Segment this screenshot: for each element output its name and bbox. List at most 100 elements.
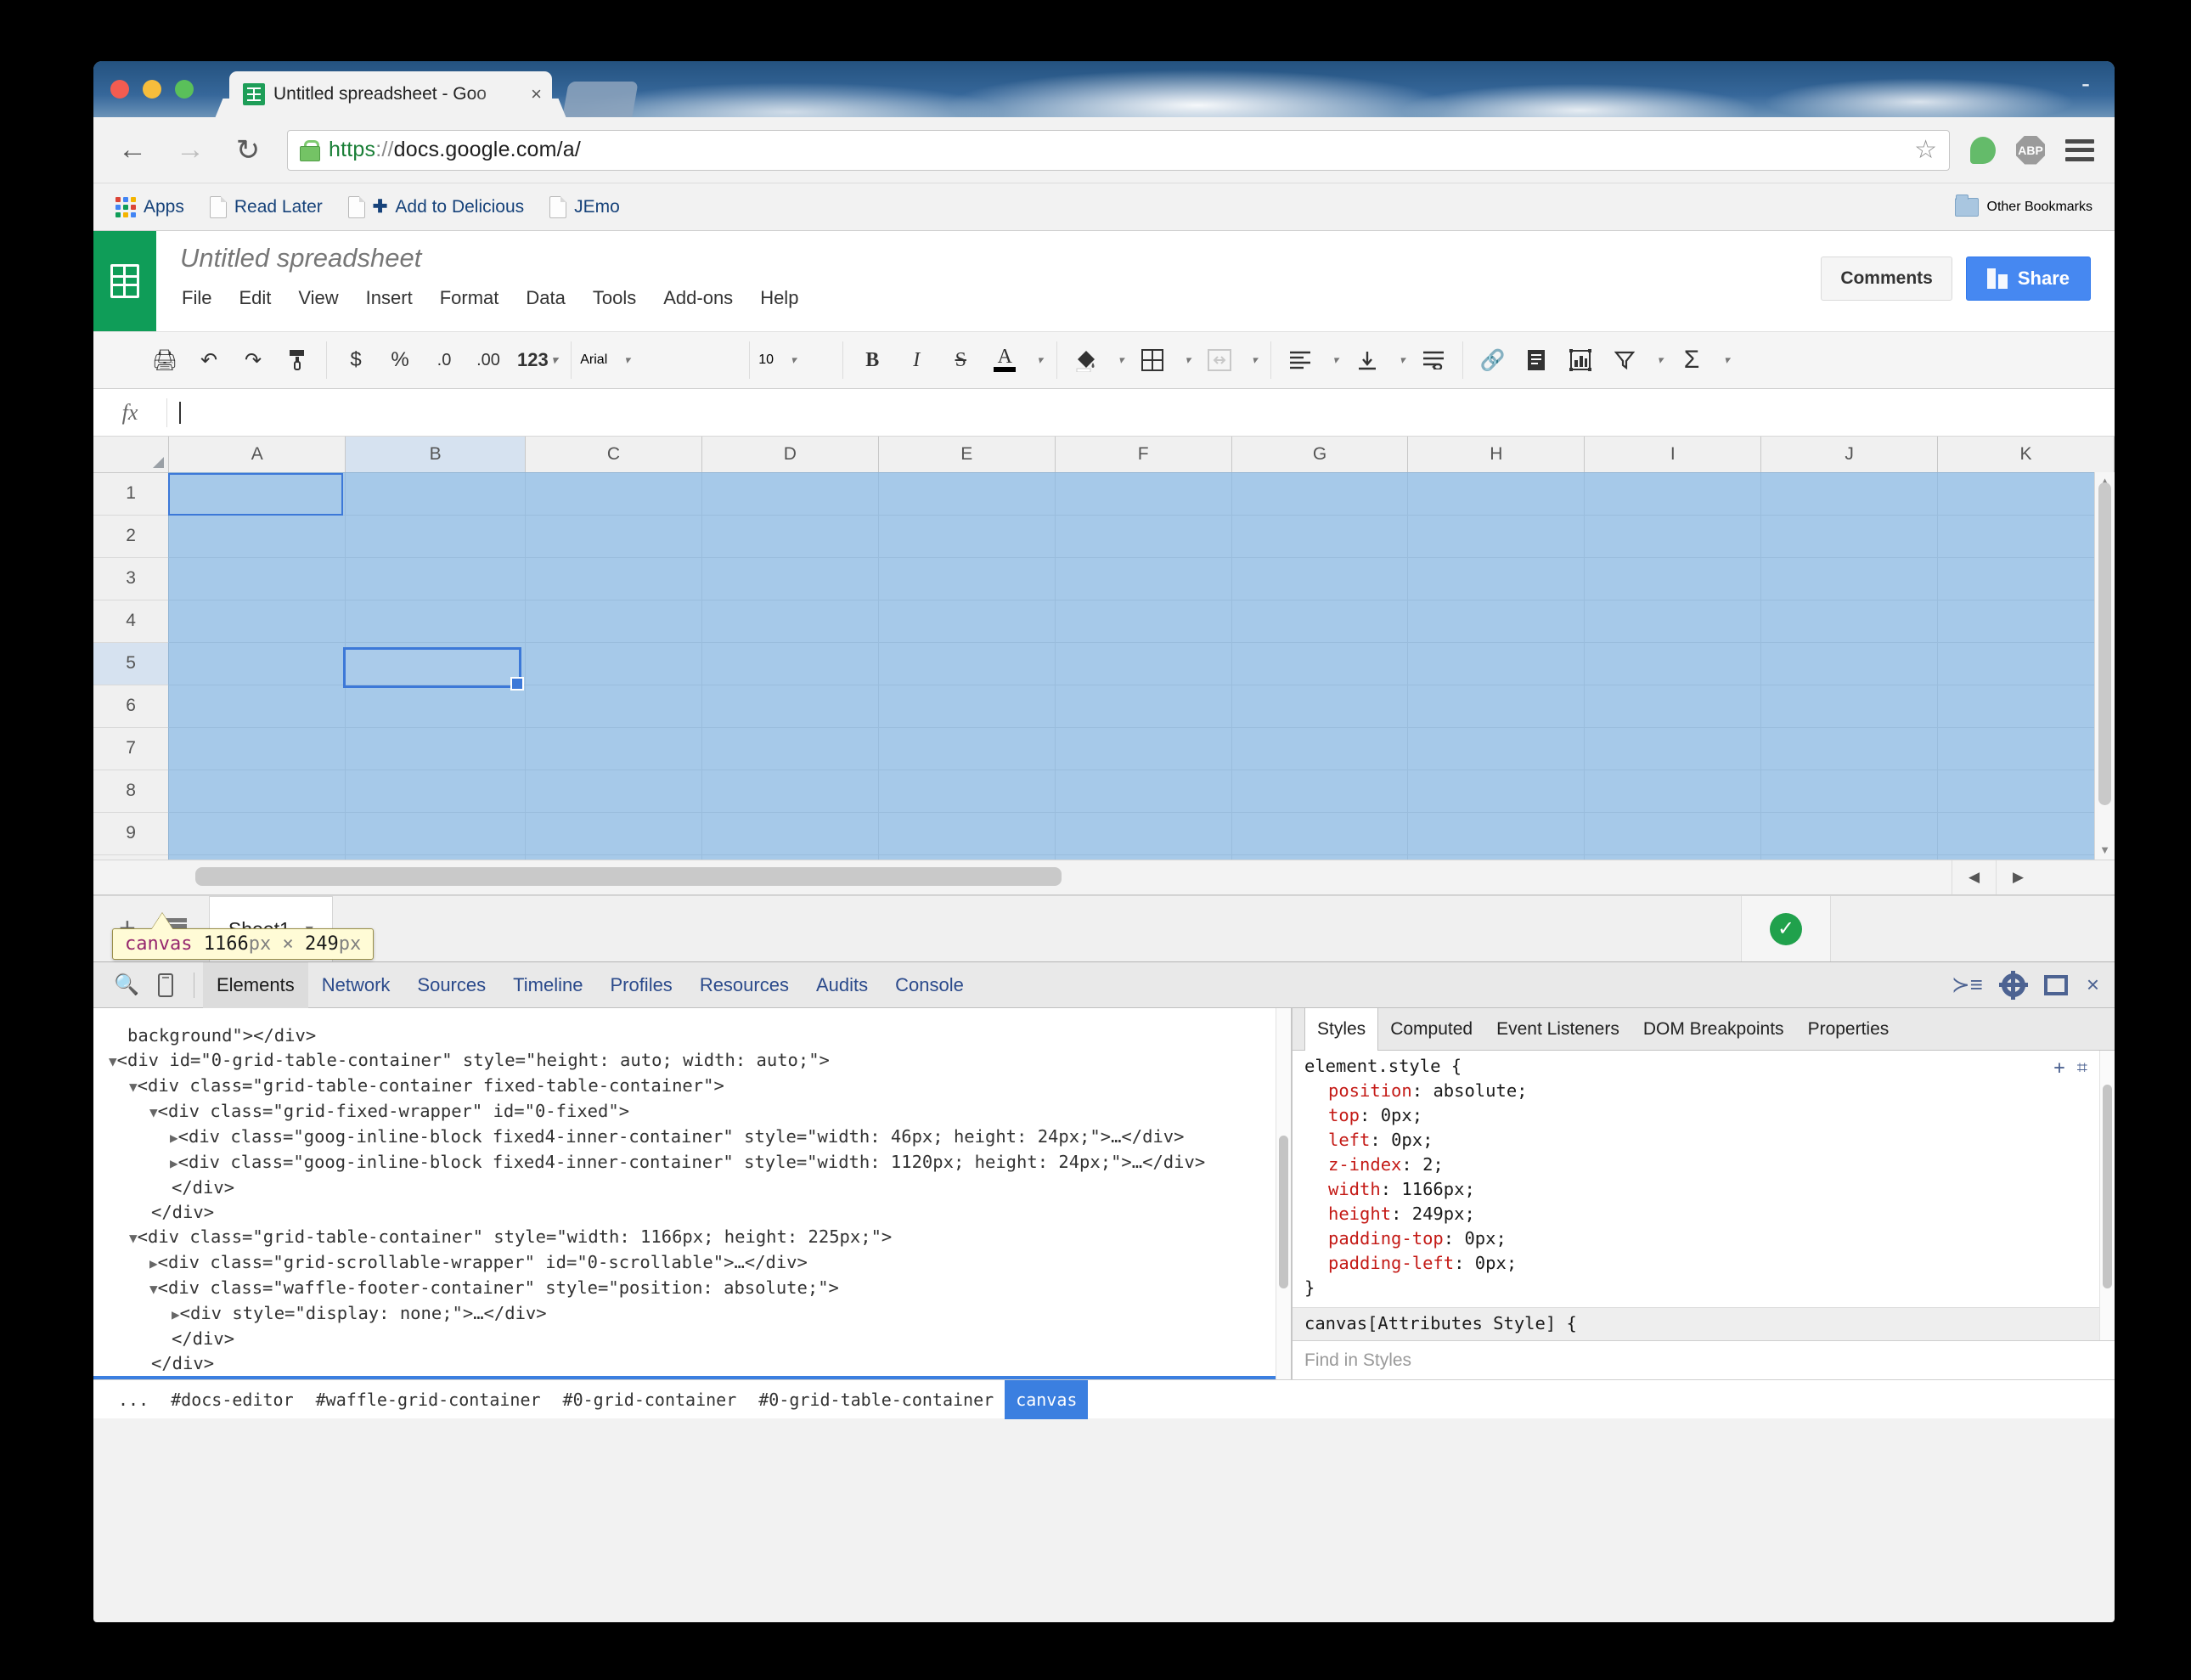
font-family-select[interactable]: Arial ▾ bbox=[572, 341, 751, 379]
more-formats-button[interactable]: 123 ▾ bbox=[517, 343, 557, 377]
scroll-left-arrow-icon[interactable]: ◀ bbox=[1952, 860, 1996, 894]
dom-tree-scrollbar[interactable] bbox=[1276, 1008, 1291, 1379]
comments-button[interactable]: Comments bbox=[1821, 257, 1952, 301]
cell[interactable] bbox=[1760, 770, 1939, 813]
cell[interactable] bbox=[1231, 472, 1409, 516]
expand-triangle-icon[interactable]: ▼ bbox=[149, 1104, 158, 1120]
tab-dom-breakpoints[interactable]: DOM Breakpoints bbox=[1631, 1008, 1796, 1051]
dom-line[interactable]: background"></div> bbox=[93, 1023, 1291, 1048]
cell[interactable] bbox=[1937, 472, 2115, 516]
text-color-button[interactable]: A bbox=[989, 343, 1020, 377]
column-header-d[interactable]: D bbox=[701, 437, 879, 473]
strikethrough-button[interactable]: S bbox=[945, 343, 976, 377]
cell[interactable] bbox=[1055, 600, 1232, 643]
tab-resources[interactable]: Resources bbox=[686, 962, 803, 1008]
style-declaration[interactable]: direction: ltr; bbox=[1304, 1336, 2103, 1340]
adblock-extension-icon[interactable]: ABP bbox=[2016, 135, 2045, 165]
cell[interactable] bbox=[525, 642, 702, 685]
print-icon[interactable]: 🖨 bbox=[149, 343, 180, 377]
dom-line[interactable]: ▼<div class="grid-fixed-wrapper" id="0-f… bbox=[93, 1099, 1291, 1125]
column-header-k[interactable]: K bbox=[1937, 437, 2115, 473]
bold-button[interactable]: B bbox=[857, 343, 887, 377]
tab-profiles[interactable]: Profiles bbox=[596, 962, 685, 1008]
other-bookmarks-folder[interactable]: Other Bookmarks bbox=[1954, 194, 2092, 217]
style-rule-canvas-attributes[interactable]: canvas[Attributes Style] { direction: lt… bbox=[1293, 1308, 2115, 1340]
style-rule-element-style[interactable]: + ⌗ element.style { position: absolute; … bbox=[1293, 1051, 2115, 1308]
cell[interactable] bbox=[525, 557, 702, 600]
cell[interactable] bbox=[878, 812, 1056, 855]
expand-triangle-icon[interactable]: ▶ bbox=[149, 1255, 158, 1271]
cell[interactable] bbox=[1760, 642, 1939, 685]
spreadsheet-grid[interactable]: A B C D E F G H I J K 1 2 3 4 5 6 7 8 9 … bbox=[93, 437, 2115, 860]
dom-line[interactable]: ▼<div class="waffle-footer-container" st… bbox=[93, 1276, 1291, 1301]
bookmark-jemo[interactable]: JEmo bbox=[549, 195, 620, 218]
row-header-3[interactable]: 3 bbox=[93, 557, 170, 600]
cell[interactable] bbox=[1231, 770, 1409, 813]
dom-line[interactable]: </div> bbox=[93, 1175, 1291, 1200]
scroll-thumb[interactable] bbox=[2103, 1085, 2112, 1288]
tab-event-listeners[interactable]: Event Listeners bbox=[1484, 1008, 1631, 1051]
cell[interactable] bbox=[701, 812, 879, 855]
percent-format-button[interactable]: % bbox=[385, 343, 415, 377]
style-declaration[interactable]: height: 249px; bbox=[1304, 1202, 2103, 1226]
undo-icon[interactable]: ↶ bbox=[194, 343, 224, 377]
bookmark-read-later[interactable]: Read Later bbox=[209, 195, 323, 218]
evernote-extension-icon[interactable] bbox=[1970, 136, 1996, 164]
align-left-icon[interactable] bbox=[1285, 343, 1315, 377]
dom-line[interactable]: </div> bbox=[93, 1200, 1291, 1225]
cell[interactable] bbox=[1055, 642, 1232, 685]
formula-input[interactable] bbox=[167, 389, 2115, 436]
scroll-thumb[interactable] bbox=[1279, 1136, 1288, 1288]
cell[interactable] bbox=[878, 685, 1056, 728]
cell[interactable] bbox=[1055, 685, 1232, 728]
breadcrumb-docs-editor[interactable]: #docs-editor bbox=[160, 1380, 305, 1419]
cell[interactable] bbox=[1937, 515, 2115, 558]
cell[interactable] bbox=[1407, 642, 1586, 685]
chevron-down-icon[interactable]: ▾ bbox=[1118, 353, 1124, 367]
redo-icon[interactable]: ↷ bbox=[238, 343, 268, 377]
cell[interactable] bbox=[701, 515, 879, 558]
insert-link-icon[interactable]: 🔗 bbox=[1477, 343, 1507, 377]
chevron-down-icon[interactable]: ▾ bbox=[1400, 353, 1405, 367]
menu-help[interactable]: Help bbox=[758, 285, 800, 311]
cell[interactable] bbox=[878, 727, 1056, 770]
column-header-b[interactable]: B bbox=[345, 437, 527, 473]
cell[interactable] bbox=[1760, 557, 1939, 600]
cell[interactable] bbox=[168, 600, 346, 643]
cell[interactable] bbox=[1231, 812, 1409, 855]
window-minimize-icon[interactable]: - bbox=[2069, 71, 2103, 107]
dom-line[interactable]: ▼<div class="grid-table-container fixed-… bbox=[93, 1074, 1291, 1099]
breadcrumb-canvas[interactable]: canvas bbox=[1005, 1379, 1089, 1419]
cell[interactable] bbox=[525, 727, 702, 770]
style-declaration[interactable]: padding-left: 0px; bbox=[1304, 1251, 2103, 1276]
cell[interactable] bbox=[878, 770, 1056, 813]
fill-color-icon[interactable] bbox=[1071, 343, 1101, 377]
tab-elements[interactable]: Elements bbox=[203, 961, 308, 1008]
row-header-9[interactable]: 9 bbox=[93, 812, 170, 855]
tab-network[interactable]: Network bbox=[308, 962, 404, 1008]
device-mode-icon[interactable] bbox=[146, 962, 185, 1008]
expand-triangle-icon[interactable]: ▶ bbox=[170, 1155, 178, 1171]
cell[interactable] bbox=[878, 642, 1056, 685]
menu-view[interactable]: View bbox=[296, 285, 340, 311]
chevron-down-icon[interactable]: ▾ bbox=[1332, 353, 1338, 367]
cell[interactable] bbox=[1231, 642, 1409, 685]
reload-button[interactable]: ↻ bbox=[229, 132, 267, 169]
cell[interactable] bbox=[1760, 727, 1939, 770]
column-header-i[interactable]: I bbox=[1584, 437, 1762, 473]
cell[interactable] bbox=[525, 600, 702, 643]
new-style-rule-icon[interactable]: + bbox=[2053, 1056, 2064, 1080]
show-drawer-icon[interactable]: ≻≡ bbox=[1952, 972, 1983, 998]
tab-audits[interactable]: Audits bbox=[803, 962, 881, 1008]
inspect-element-icon[interactable]: 🔍 bbox=[107, 962, 146, 1008]
row-header-8[interactable]: 8 bbox=[93, 770, 170, 813]
insert-comment-icon[interactable] bbox=[1521, 343, 1552, 377]
column-header-g[interactable]: G bbox=[1231, 437, 1409, 473]
scroll-right-arrow-icon[interactable]: ▶ bbox=[1996, 860, 2040, 894]
text-wrap-icon[interactable] bbox=[1418, 343, 1449, 377]
dom-line[interactable]: ▶<div class="grid-scrollable-wrapper" id… bbox=[93, 1250, 1291, 1276]
minimize-window-button[interactable] bbox=[143, 80, 161, 99]
cell[interactable] bbox=[701, 472, 879, 516]
menu-edit[interactable]: Edit bbox=[237, 285, 273, 311]
column-header-f[interactable]: F bbox=[1055, 437, 1232, 473]
